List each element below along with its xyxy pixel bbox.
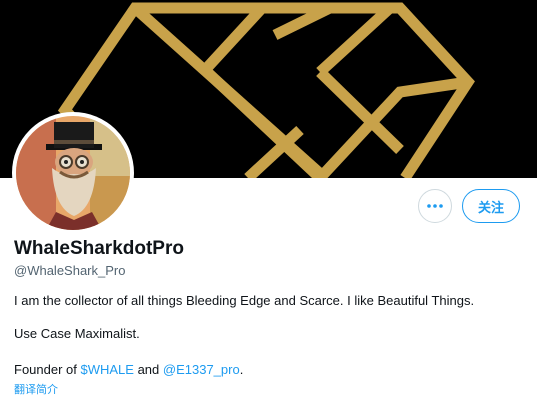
profile-handle: @WhaleShark_Pro [14, 263, 126, 278]
bio-text: . [239, 362, 244, 377]
translate-bio-link[interactable]: 翻译简介 [14, 381, 58, 397]
more-options-button[interactable] [418, 189, 452, 223]
follow-button[interactable]: 关注 [462, 189, 520, 223]
avatar-illustration [16, 116, 130, 230]
profile-avatar[interactable] [12, 112, 134, 234]
bio-text: and [133, 362, 163, 377]
mention-link[interactable]: @E1337_pro [163, 362, 240, 377]
bio-text: Founder of [14, 362, 81, 377]
bio-line-3: Founder of $WHALE and @E1337_pro. [14, 362, 243, 377]
more-horizontal-icon [427, 204, 443, 208]
cashtag-link[interactable]: $WHALE [81, 362, 134, 377]
profile-display-name: WhaleSharkdotPro [14, 238, 184, 259]
bio-line-2: Use Case Maximalist. [14, 326, 140, 341]
bio-line-1: I am the collector of all things Bleedin… [14, 293, 475, 308]
